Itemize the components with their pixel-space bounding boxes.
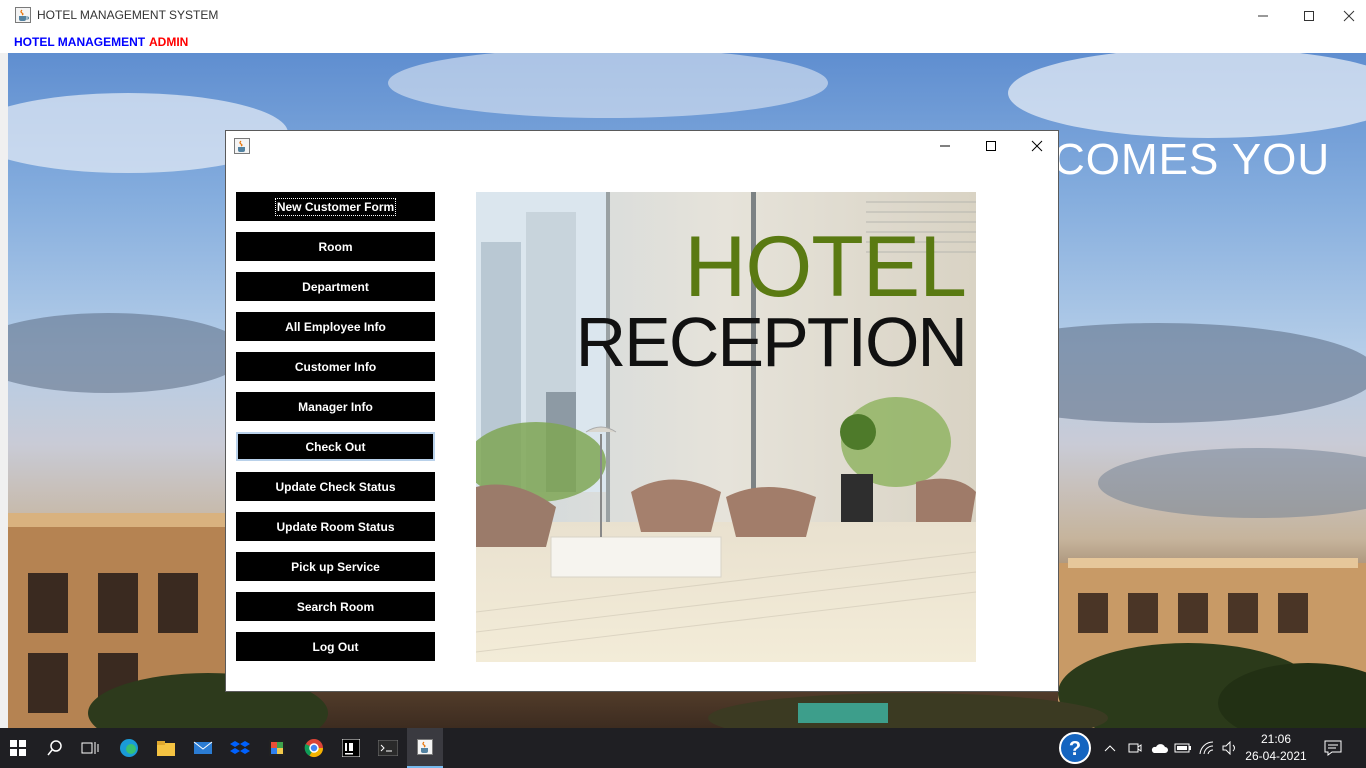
chevron-up-icon: [1104, 745, 1116, 752]
tray-help[interactable]: ?: [1056, 728, 1094, 768]
search-room-button[interactable]: Search Room: [236, 592, 435, 621]
edge-icon: [120, 739, 138, 757]
wifi-icon: [1199, 741, 1214, 755]
task-view-icon: [81, 742, 99, 754]
button-label: Customer Info: [294, 359, 377, 374]
button-label: Check Out: [305, 439, 366, 454]
button-label: Update Room Status: [276, 519, 395, 534]
taskbar-java-app[interactable]: [407, 728, 443, 768]
taskbar-terminal[interactable]: [370, 728, 406, 768]
room-button[interactable]: Room: [236, 232, 435, 261]
taskbar-photos[interactable]: [259, 728, 295, 768]
pick-up-service-button[interactable]: Pick up Service: [236, 552, 435, 581]
button-label: Log Out: [312, 639, 359, 654]
button-label: Department: [302, 279, 369, 294]
svg-text:?: ?: [1069, 738, 1081, 760]
task-view-button[interactable]: [73, 728, 107, 768]
dialog-minimize-button[interactable]: [922, 131, 968, 161]
close-icon: [1031, 140, 1043, 152]
chrome-icon: [304, 739, 323, 758]
hotel-reception-image: HOTEL RECEPTION: [476, 192, 976, 662]
tray-wifi[interactable]: [1196, 728, 1218, 768]
taskbar: ? 21:06 26-04-2021: [0, 728, 1366, 768]
start-button[interactable]: [0, 728, 36, 768]
mail-icon: [193, 741, 213, 754]
dialog-maximize-button[interactable]: [968, 131, 1014, 161]
maximize-icon: [1304, 10, 1314, 21]
java-cup-icon: [234, 138, 250, 154]
menu-hotel-management[interactable]: HOTEL MANAGEMENT: [14, 35, 145, 49]
close-icon: [1343, 10, 1355, 21]
file-explorer-icon: [157, 741, 175, 756]
customer-info-button[interactable]: Customer Info: [236, 352, 435, 381]
tray-battery[interactable]: [1172, 728, 1194, 768]
taskbar-intellij[interactable]: [333, 728, 369, 768]
taskbar-clock[interactable]: 21:06 26-04-2021: [1240, 731, 1312, 765]
window-left-border: [0, 53, 8, 728]
button-label: New Customer Form: [274, 197, 397, 216]
java-app-icon: [417, 739, 433, 755]
tray-show-hidden[interactable]: [1100, 728, 1120, 768]
check-out-button[interactable]: Check Out: [236, 432, 435, 461]
taskbar-mail[interactable]: [185, 728, 221, 768]
button-label: All Employee Info: [285, 319, 386, 334]
clock-date: 26-04-2021: [1245, 749, 1307, 763]
tray-notifications[interactable]: [1318, 728, 1348, 768]
window-title: HOTEL MANAGEMENT SYSTEM: [37, 8, 219, 22]
button-label: Room: [318, 239, 353, 254]
onedrive-cloud-icon: [1151, 744, 1168, 753]
java-cup-icon: [15, 7, 31, 23]
new-customer-form-button[interactable]: New Customer Form: [236, 192, 435, 221]
terminal-icon: [378, 740, 398, 756]
menu-admin[interactable]: ADMIN: [149, 35, 188, 49]
dialog-close-button[interactable]: [1014, 131, 1060, 161]
windows-start-icon: [10, 740, 26, 756]
all-employee-info-button[interactable]: All Employee Info: [236, 312, 435, 341]
menubar: HOTEL MANAGEMENT ADMIN: [0, 31, 1366, 53]
button-label: Update Check Status: [275, 479, 396, 494]
close-button[interactable]: [1332, 0, 1366, 31]
button-label: Pick up Service: [291, 559, 380, 574]
reception-heading: RECEPTION: [575, 303, 968, 381]
meet-icon: [1128, 743, 1142, 753]
clock-time: 21:06: [1260, 732, 1292, 746]
taskbar-file-explorer[interactable]: [148, 728, 184, 768]
search-icon: [47, 740, 62, 756]
taskbar-dropbox[interactable]: [222, 728, 258, 768]
maximize-icon: [986, 141, 996, 151]
button-label: Manager Info: [298, 399, 373, 414]
update-room-status-button[interactable]: Update Room Status: [236, 512, 435, 541]
taskbar-edge[interactable]: [111, 728, 147, 768]
minimize-icon: [940, 145, 950, 147]
hotel-heading: HOTEL: [684, 219, 967, 315]
reception-dialog: New Customer Form Room Department All Em…: [225, 130, 1059, 692]
dropbox-icon: [230, 741, 250, 754]
tray-onedrive[interactable]: [1148, 728, 1170, 768]
minimize-icon: [1258, 15, 1268, 16]
taskbar-search-button[interactable]: [38, 728, 72, 768]
tray-volume[interactable]: [1219, 728, 1241, 768]
maximize-button[interactable]: [1286, 0, 1332, 31]
taskbar-chrome[interactable]: [296, 728, 332, 768]
intellij-icon: [342, 739, 360, 757]
main-titlebar: HOTEL MANAGEMENT SYSTEM: [0, 0, 1366, 31]
tray-meet[interactable]: [1124, 728, 1146, 768]
photos-icon: [269, 740, 285, 756]
update-check-status-button[interactable]: Update Check Status: [236, 472, 435, 501]
minimize-button[interactable]: [1240, 0, 1286, 31]
volume-icon: [1222, 741, 1235, 755]
manager-info-button[interactable]: Manager Info: [236, 392, 435, 421]
button-label: Search Room: [296, 599, 375, 614]
battery-icon: [1174, 743, 1191, 753]
help-icon: ?: [1059, 732, 1091, 764]
department-button[interactable]: Department: [236, 272, 435, 301]
welcome-text: COMES YOU: [1053, 135, 1331, 184]
log-out-button[interactable]: Log Out: [236, 632, 435, 661]
notification-icon: [1324, 740, 1342, 756]
